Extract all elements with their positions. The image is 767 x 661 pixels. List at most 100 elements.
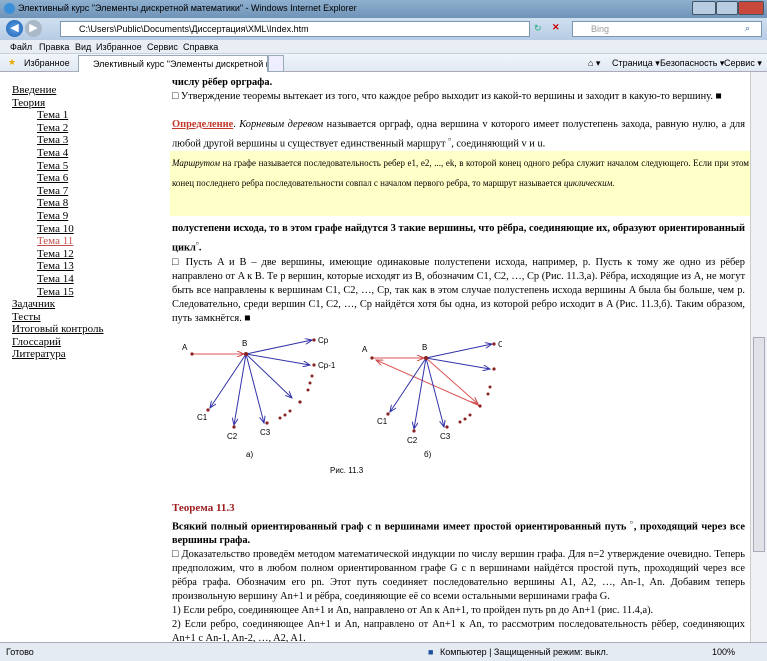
nav-topic-2[interactable]: Тема 2 [12, 122, 104, 135]
address-row: ◀ ▶ C:\Users\Public\Documents\Диссертаци… [0, 18, 767, 40]
security-zone[interactable]: Компьютер | Защищенный режим: выкл. [440, 647, 608, 657]
minimize-button[interactable] [692, 1, 716, 15]
nav-topic-5[interactable]: Тема 5 [12, 160, 104, 173]
label-cp: Cp [318, 336, 329, 345]
nav-topic-15[interactable]: Тема 15 [12, 286, 104, 299]
refresh-icon[interactable]: ↻ [534, 23, 542, 34]
definition-label[interactable]: Определение [172, 119, 233, 130]
forward-button[interactable]: ▶ [25, 20, 42, 37]
nav-topic-6[interactable]: Тема 6 [12, 172, 104, 185]
sidebar: Введение Теория Тема 1 Тема 2 Тема 3 Тема 4… [12, 84, 104, 361]
menu-help[interactable]: Справка [183, 42, 218, 52]
label-cp1: Cp-1 [318, 361, 336, 370]
title-bar: Элективный курс "Элементы дискретной мат… [0, 0, 767, 18]
page-menu[interactable]: Страница ▾ [612, 58, 660, 69]
back-button[interactable]: ◀ [6, 20, 23, 37]
nav-final[interactable]: Итоговый контроль [12, 323, 104, 336]
new-tab-button[interactable] [268, 55, 284, 72]
nav-topic-8[interactable]: Тема 8 [12, 197, 104, 210]
tooltip-term: Маршрутом [172, 158, 220, 169]
nav-topic-1[interactable]: Тема 1 [12, 109, 104, 122]
label-c2: C2 [227, 432, 238, 441]
label-c1: C1 [197, 413, 208, 422]
search-icon[interactable]: ⌕ [745, 23, 750, 34]
label-c1: C1 [377, 417, 388, 426]
label-a: A [362, 345, 368, 354]
tooltip-text: на графе называется последовательность р… [172, 158, 749, 189]
theorem-title: Теорема 11.3 [172, 501, 235, 514]
nav-tests[interactable]: Тесты [12, 311, 104, 324]
nav-topic-14[interactable]: Тема 14 [12, 273, 104, 286]
label-fig-b: б) [424, 450, 432, 459]
home-icon[interactable]: ⌂ ▾ [588, 58, 600, 69]
page-content: Введение Теория Тема 1 Тема 2 Тема 3 Тема 4… [0, 72, 767, 642]
menu-tools[interactable]: Сервис [147, 42, 178, 52]
tools-menu[interactable]: Сервис ▾ [724, 58, 762, 69]
nav-topic-10[interactable]: Тема 10 [12, 223, 104, 236]
nav-topic-12[interactable]: Тема 12 [12, 248, 104, 261]
label-a: A [182, 343, 188, 352]
status-text: Готово [6, 647, 34, 657]
label-c2: C2 [407, 436, 418, 445]
stop-icon[interactable]: ✕ [552, 22, 560, 33]
menu-edit[interactable]: Правка [39, 42, 69, 52]
nav-topic-7[interactable]: Тема 7 [12, 185, 104, 198]
scrollbar-thumb[interactable] [753, 337, 765, 552]
paragraph: □ Утверждение теоремы вытекает из того, … [172, 91, 722, 102]
label-b: B [242, 339, 247, 348]
search-input[interactable]: Bing [572, 21, 762, 37]
zoom-level[interactable]: 100% [712, 647, 735, 657]
theorem-statement: Всякий полный ориентированный граф с n в… [172, 515, 745, 548]
figure-11-3: A B Cp Cp-1 C1 C2 C3 а) A B Cp C1 C2 C3 б) Рис. 11.3 [182, 336, 502, 475]
ie-logo-icon [4, 3, 15, 14]
computer-icon: ■ [428, 647, 434, 657]
window-title: Элективный курс "Элементы дискретной мат… [18, 3, 357, 13]
close-button[interactable] [738, 1, 764, 15]
favorites-bar: ★ Избранное Элективный курс "Элементы ди… [0, 54, 767, 72]
address-input[interactable]: C:\Users\Public\Documents\Диссертация\XM… [60, 21, 530, 37]
favorites-button[interactable]: Избранное [24, 58, 70, 68]
status-bar: Готово ■ Компьютер | Защищенный режим: в… [0, 642, 767, 661]
vertical-scrollbar[interactable] [750, 72, 767, 642]
menu-file[interactable]: Файл [10, 42, 32, 52]
nav-intro[interactable]: Введение [12, 84, 104, 97]
topic-list: Тема 1 Тема 2 Тема 3 Тема 4 Тема 5 Тема 6 Тема… [12, 109, 104, 298]
nav-topic-3[interactable]: Тема 3 [12, 134, 104, 147]
figure-caption: Рис. 11.3 [330, 466, 364, 475]
proof-paragraph: □ Доказательство проведём методом матема… [172, 549, 745, 603]
nav-topic-13[interactable]: Тема 13 [12, 260, 104, 273]
nav-topic-9[interactable]: Тема 9 [12, 210, 104, 223]
text-fragment: числу рёбер орграфа. [172, 77, 273, 88]
menu-favorites[interactable]: Избранное [96, 42, 142, 52]
nav-topic-11[interactable]: Тема 11 [12, 235, 104, 248]
proof-paragraph: □ Пусть A и B – две вершины, имеющие оди… [172, 256, 745, 324]
tab-active[interactable]: Элективный курс "Элементы дискретной мат… [78, 55, 268, 72]
theorem-text: Всякий полный ориентированный граф с n в… [172, 521, 627, 533]
theorem-fragment-text: полустепени исхода, то в этом графе найд… [172, 223, 745, 254]
nav-tasks[interactable]: Задачник [12, 298, 104, 311]
graph-b: A B Cp C1 C2 C3 б) [362, 340, 502, 459]
definition: Определение. Корневым деревом называется… [172, 119, 745, 150]
nav-topic-4[interactable]: Тема 4 [12, 147, 104, 160]
menu-view[interactable]: Вид [75, 42, 91, 52]
nav-literature[interactable]: Литература [12, 348, 104, 361]
article: числу рёбер орграфа. □ Утверждение теоре… [170, 72, 751, 642]
label-b: B [422, 343, 427, 352]
label-cp: Cp [498, 340, 502, 349]
definition-term: Корневым деревом [239, 119, 324, 130]
case-2: 2) Если ребро, соединяющее An+1 и An, на… [172, 619, 745, 642]
safety-menu[interactable]: Безопасность ▾ [660, 58, 724, 69]
menu-bar: Файл Правка Вид Избранное Сервис Справка [0, 40, 767, 54]
case-1: 1) Если ребро, соединяющее An+1 и An, на… [172, 605, 654, 617]
graph-a: A B Cp Cp-1 C1 C2 C3 а) [182, 336, 336, 459]
star-icon: ★ [8, 57, 17, 67]
nav-glossary[interactable]: Глоссарий [12, 336, 104, 349]
label-c3: C3 [440, 432, 451, 441]
nav-theory[interactable]: Теория [12, 97, 104, 110]
label-fig-a: а) [246, 450, 253, 459]
footnote-icon[interactable]: ▫ [196, 238, 199, 248]
maximize-button[interactable] [716, 1, 738, 15]
definition-end: , соединяющий v и u. [451, 138, 546, 150]
tooltip-popup: Маршрутом на графе называется последоват… [170, 151, 751, 217]
tooltip-term2: циклическим. [563, 178, 615, 189]
